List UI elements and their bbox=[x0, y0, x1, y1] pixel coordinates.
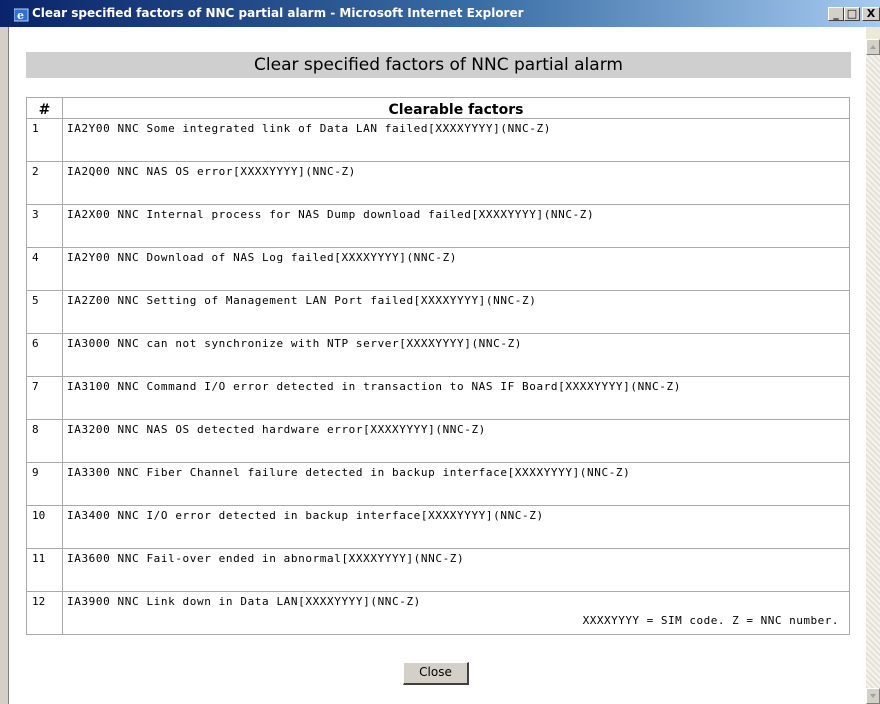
row-number: 5 bbox=[26, 290, 63, 334]
number-column-header: # bbox=[26, 97, 63, 119]
maximize-button[interactable]: □ bbox=[844, 7, 860, 21]
factor-text: IA3300 NNC Fiber Channel failure detecte… bbox=[62, 462, 850, 506]
table-row: 10 IA3400 NNC I/O error detected in backu… bbox=[26, 505, 850, 549]
window-title: Clear specified factors of NNC partial a… bbox=[32, 6, 524, 20]
factors-table-body: 1 IA2Y00 NNC Some integrated link of Data… bbox=[26, 118, 850, 635]
scroll-up-arrow-icon[interactable] bbox=[866, 39, 880, 55]
factor-text: IA3200 NNC NAS OS detected hardware erro… bbox=[62, 419, 850, 463]
close-window-button[interactable]: X bbox=[862, 7, 880, 21]
factor-text: IA3900 NNC Link down in Data LAN[XXXXYYY… bbox=[62, 591, 850, 635]
factor-text: IA2Q00 NNC NAS OS error[XXXXYYYY](NNC-Z) bbox=[62, 161, 850, 205]
table-row: 5 IA2Z00 NNC Setting of Management LAN Po… bbox=[26, 290, 850, 334]
table-row: 6 IA3000 NNC can not synchronize with NTP… bbox=[26, 333, 850, 377]
factor-text: IA3000 NNC can not synchronize with NTP … bbox=[62, 333, 850, 377]
table-row: 9 IA3300 NNC Fiber Channel failure detect… bbox=[26, 462, 850, 506]
row-number: 4 bbox=[26, 247, 63, 291]
browser-window: e Clear specified factors of NNC partial… bbox=[0, 0, 880, 704]
factors-column-header: Clearable factors bbox=[62, 97, 850, 119]
table-row: 12 IA3900 NNC Link down in Data LAN[XXXXY… bbox=[26, 591, 850, 635]
row-number: 9 bbox=[26, 462, 63, 506]
vertical-scrollbar[interactable] bbox=[866, 27, 880, 704]
row-number: 3 bbox=[26, 204, 63, 248]
page-content: Clear specified factors of NNC partial a… bbox=[8, 27, 867, 704]
row-number: 8 bbox=[26, 419, 63, 463]
factor-text: IA2Y00 NNC Download of NAS Log failed[XX… bbox=[62, 247, 850, 291]
table-header-row: # Clearable factors bbox=[26, 97, 850, 119]
legend-note: XXXXYYYY = SIM code. Z = NNC number. bbox=[582, 614, 839, 627]
factor-text: IA2Z00 NNC Setting of Management LAN Por… bbox=[62, 290, 850, 334]
row-number: 1 bbox=[26, 118, 63, 162]
table-row: 7 IA3100 NNC Command I/O error detected i… bbox=[26, 376, 850, 420]
title-bar[interactable]: e Clear specified factors of NNC partial… bbox=[0, 0, 880, 27]
close-button[interactable]: Close bbox=[403, 662, 469, 685]
table-row: 8 IA3200 NNC NAS OS detected hardware err… bbox=[26, 419, 850, 463]
table-row: 3 IA2X00 NNC Internal process for NAS Dum… bbox=[26, 204, 850, 248]
svg-text:e: e bbox=[17, 9, 24, 22]
factor-text: IA2X00 NNC Internal process for NAS Dump… bbox=[62, 204, 850, 248]
minimize-button[interactable]: _ bbox=[828, 7, 844, 21]
scrollbar-track[interactable] bbox=[866, 55, 880, 688]
page-title: Clear specified factors of NNC partial a… bbox=[26, 52, 851, 78]
factor-text: IA2Y00 NNC Some integrated link of Data … bbox=[62, 118, 850, 162]
scroll-down-arrow-icon[interactable] bbox=[866, 688, 880, 704]
row-number: 7 bbox=[26, 376, 63, 420]
table-row: 11 IA3600 NNC Fail-over ended in abnormal… bbox=[26, 548, 850, 592]
row-number: 11 bbox=[26, 548, 63, 592]
factors-table: # Clearable factors 1 IA2Y00 NNC Some int… bbox=[26, 97, 850, 635]
row-number: 10 bbox=[26, 505, 63, 549]
row-number: 6 bbox=[26, 333, 63, 377]
table-row: 2 IA2Q00 NNC NAS OS error[XXXXYYYY](NNC-Z… bbox=[26, 161, 850, 205]
factor-text: IA3100 NNC Command I/O error detected in… bbox=[62, 376, 850, 420]
table-row: 1 IA2Y00 NNC Some integrated link of Data… bbox=[26, 118, 850, 162]
table-row: 4 IA2Y00 NNC Download of NAS Log failed[X… bbox=[26, 247, 850, 291]
row-number: 2 bbox=[26, 161, 63, 205]
row-number: 12 bbox=[26, 591, 63, 635]
factor-text: IA3600 NNC Fail-over ended in abnormal[X… bbox=[62, 548, 850, 592]
factor-text: IA3400 NNC I/O error detected in backup … bbox=[62, 505, 850, 549]
ie-icon: e bbox=[13, 7, 29, 22]
